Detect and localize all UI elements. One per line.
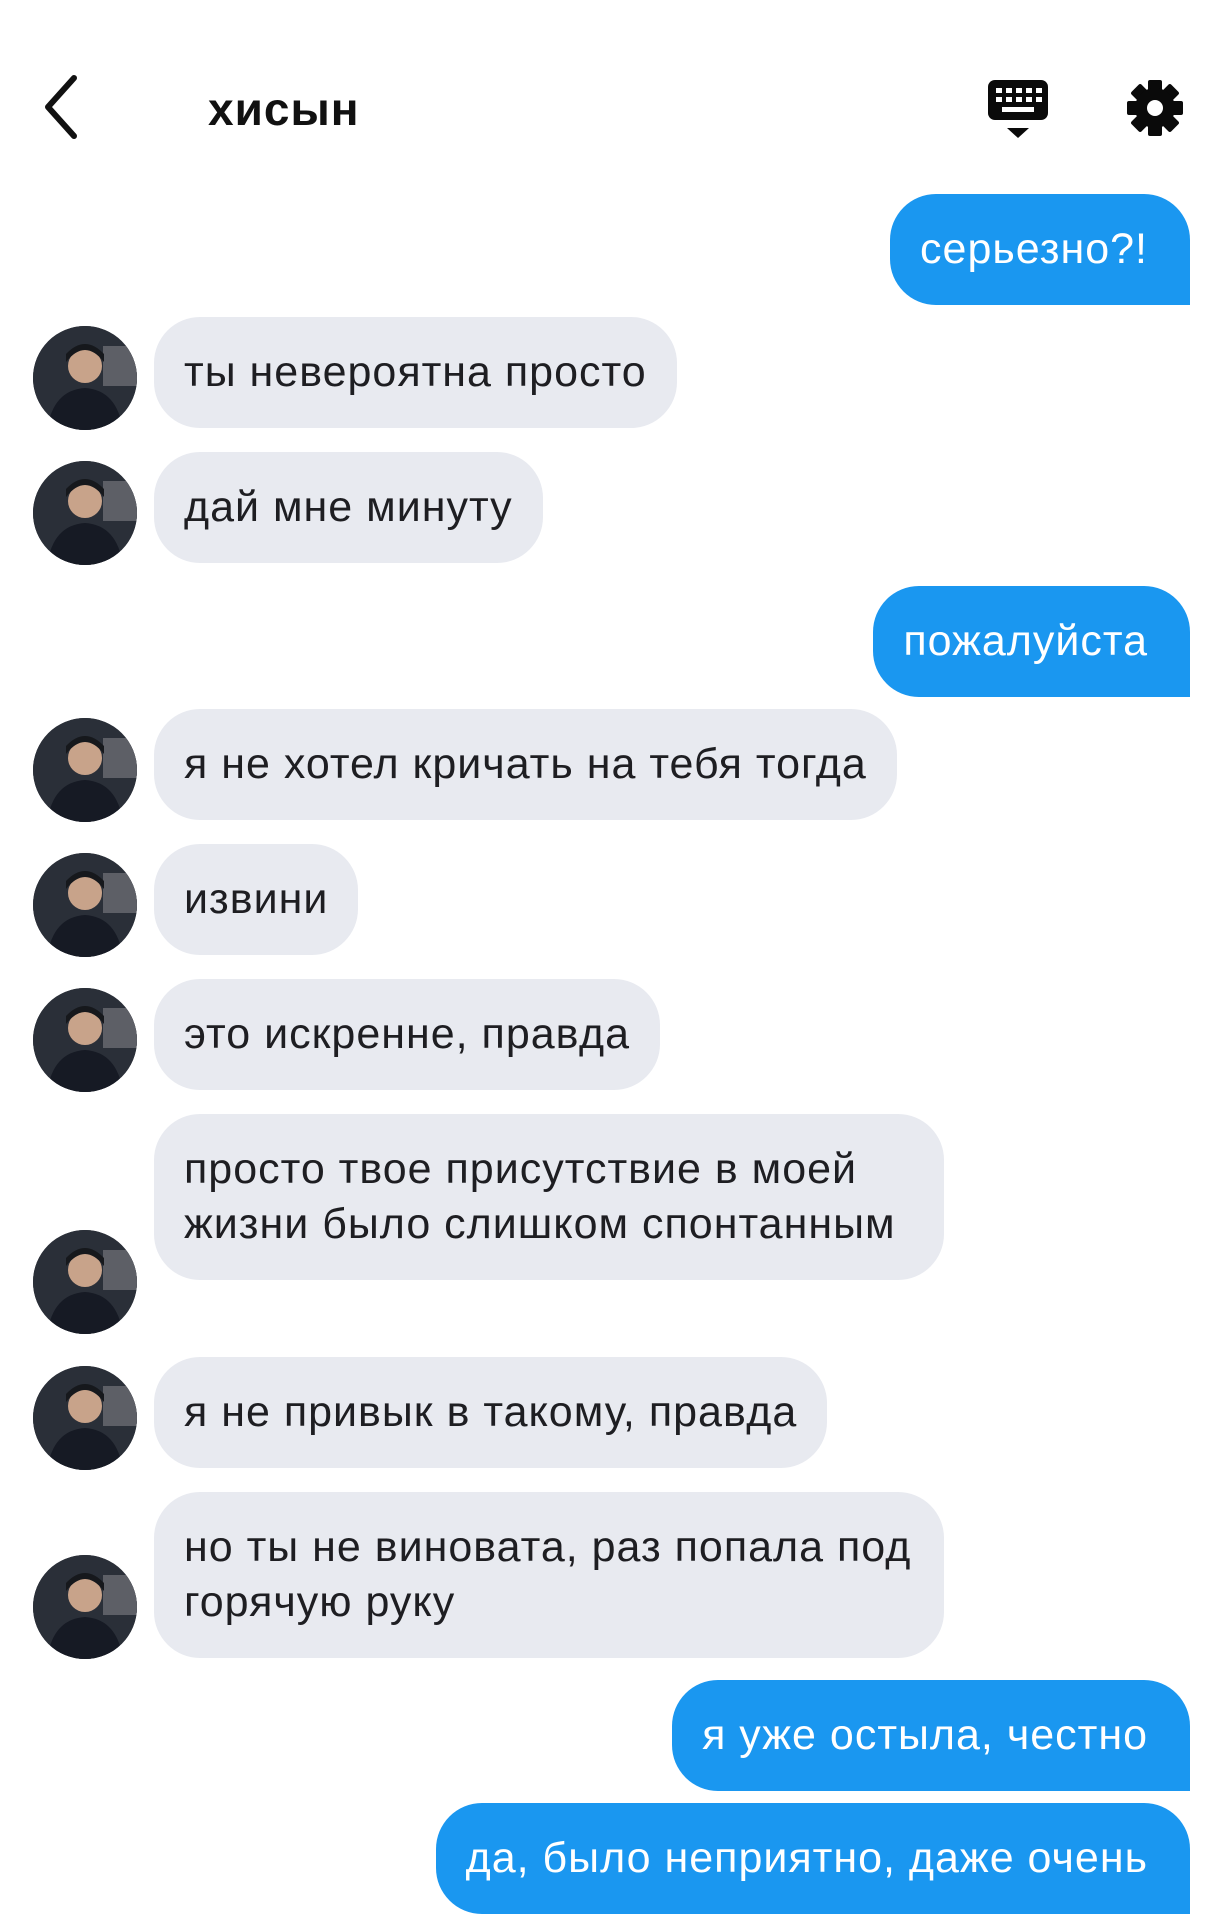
keyboard-icon [988,80,1048,138]
contact-name[interactable]: хисын [208,82,360,136]
chat-header: хисын [0,0,1224,200]
contact-avatar[interactable] [33,988,137,1092]
incoming-message[interactable]: я не хотел кричать на тебя тогда [154,709,897,820]
contact-avatar[interactable] [33,1555,137,1659]
incoming-message[interactable]: извини [154,844,359,955]
contact-avatar[interactable] [33,1366,137,1470]
gear-icon [1127,80,1183,136]
incoming-message[interactable]: это искренне, правда [154,979,661,1090]
incoming-message[interactable]: я не привык в такому, правда [154,1357,828,1468]
contact-avatar[interactable] [33,718,137,822]
keyboard-button[interactable] [987,78,1049,140]
chevron-left-icon [45,75,77,139]
contact-avatar[interactable] [33,1230,137,1334]
incoming-message[interactable]: но ты не виновата, раз попала под горячу… [154,1492,944,1658]
outgoing-message[interactable]: серьезно?! [890,194,1190,305]
contact-avatar[interactable] [33,853,137,957]
incoming-message[interactable]: ты невероятна просто [154,317,677,428]
settings-button[interactable] [1126,79,1184,137]
incoming-message[interactable]: дай мне минуту [154,452,543,563]
outgoing-message[interactable]: пожалуйста [873,586,1190,697]
incoming-message[interactable]: просто твое присутствие в моей жизни был… [154,1114,944,1280]
contact-avatar[interactable] [33,461,137,565]
contact-avatar[interactable] [33,326,137,430]
outgoing-message[interactable]: я уже остыла, честно [672,1680,1190,1791]
back-button[interactable] [38,72,98,142]
outgoing-message[interactable]: да, было неприятно, даже очень [435,1803,1190,1914]
